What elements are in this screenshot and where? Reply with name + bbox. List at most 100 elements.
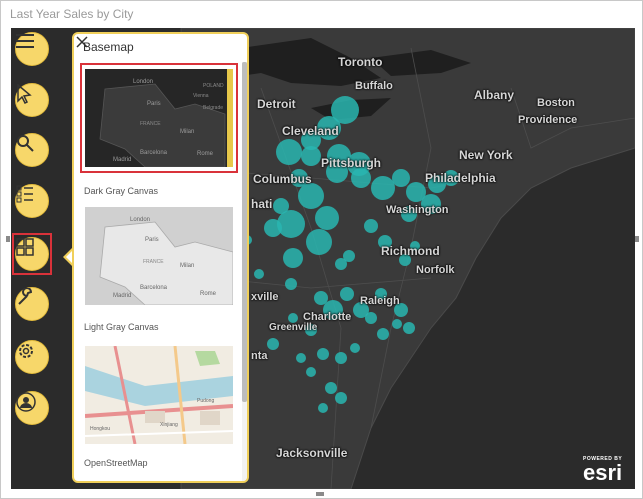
city-sales-bubble[interactable]: [351, 168, 371, 188]
city-sales-bubble[interactable]: [318, 403, 328, 413]
city-sales-bubble[interactable]: [301, 146, 321, 166]
thumb-label: Rome: [197, 151, 214, 157]
thumb-label: Milan: [180, 263, 194, 269]
city-sales-bubble[interactable]: [350, 343, 360, 353]
city-label: Toronto: [338, 55, 383, 69]
basemap-label-light-gray[interactable]: Light Gray Canvas: [84, 322, 159, 332]
city-sales-bubble[interactable]: [306, 367, 316, 377]
city-sales-bubble[interactable]: [277, 210, 305, 238]
city-label: Providence: [518, 114, 578, 126]
light-gray-preview: London Paris FRANCE Milan Madrid Barcelo…: [85, 207, 233, 305]
city-sales-bubble[interactable]: [267, 338, 279, 350]
thumb-label: London: [133, 79, 153, 85]
city-sales-bubble[interactable]: [317, 348, 329, 360]
city-sales-bubble[interactable]: [364, 219, 378, 233]
city-label: Buffalo: [355, 80, 393, 92]
dark-gray-preview: London Paris FRANCE Milan Madrid Barcelo…: [85, 69, 233, 167]
city-label: hati: [251, 197, 273, 211]
city-label: New York: [459, 148, 513, 162]
select-button[interactable]: [15, 83, 49, 117]
city-sales-bubble[interactable]: [314, 291, 328, 305]
thumb-label: POLAND: [203, 83, 224, 89]
thumb-label: Rome: [200, 291, 217, 297]
city-sales-bubble[interactable]: [377, 328, 389, 340]
panel-scrollbar-thumb[interactable]: [242, 62, 247, 402]
city-sales-bubble[interactable]: [343, 250, 355, 262]
thumb-label: Paris: [147, 101, 161, 107]
esri-logo: esri: [583, 460, 623, 485]
thumb-label: Pudong: [197, 398, 214, 404]
city-label: Detroit: [257, 97, 296, 111]
city-sales-bubble[interactable]: [306, 229, 332, 255]
menu-button[interactable]: [15, 32, 49, 66]
city-sales-bubble[interactable]: [340, 287, 354, 301]
basemap-label-openstreetmap[interactable]: OpenStreetMap: [84, 458, 148, 468]
thumb-label: Madrid: [113, 293, 131, 299]
city-label: Pittsburgh: [321, 156, 381, 170]
city-label: Greenville: [269, 322, 318, 333]
account-button[interactable]: [15, 391, 49, 425]
close-icon[interactable]: [74, 34, 90, 50]
resize-handle-bottom[interactable]: [316, 492, 324, 496]
city-sales-bubble[interactable]: [403, 322, 415, 334]
city-label: Philadelphia: [425, 171, 496, 185]
thumb-label: Madrid: [113, 157, 131, 163]
city-sales-bubble[interactable]: [254, 269, 264, 279]
wrench-icon: [18, 288, 33, 305]
tools-button[interactable]: [15, 287, 49, 321]
city-label: nta: [251, 350, 268, 362]
city-label: Washington: [386, 204, 449, 216]
city-sales-bubble[interactable]: [392, 319, 402, 329]
city-label: xville: [251, 291, 279, 303]
city-label: Cleveland: [282, 124, 339, 138]
user-icon: [16, 392, 36, 412]
visual-title: Last Year Sales by City: [10, 7, 134, 21]
city-label: Columbus: [253, 172, 312, 186]
city-sales-bubble[interactable]: [315, 206, 339, 230]
settings-icon: [19, 344, 33, 358]
resize-handle-left[interactable]: [6, 236, 10, 242]
city-label: Norfolk: [416, 264, 455, 276]
thumb-label: Hongkou: [90, 426, 110, 432]
basemap-label-dark-gray[interactable]: Dark Gray Canvas: [84, 186, 158, 196]
city-sales-bubble[interactable]: [365, 312, 377, 324]
map-canvas[interactable]: Toronto Buffalo Albany Boston Providence…: [11, 28, 635, 489]
city-sales-bubble[interactable]: [264, 219, 282, 237]
panel-title: Basemap: [83, 40, 134, 54]
settings-button[interactable]: [15, 340, 49, 374]
thumb-label: Vienna: [193, 93, 209, 99]
menu-icon: [16, 34, 34, 48]
city-sales-bubble[interactable]: [335, 392, 347, 404]
city-sales-bubble[interactable]: [273, 198, 289, 214]
city-label: Raleigh: [360, 295, 400, 307]
city-sales-bubble[interactable]: [276, 139, 302, 165]
city-sales-bubble[interactable]: [371, 176, 395, 200]
thumb-label: Belgrade: [203, 105, 223, 111]
esri-attribution: POWERED BY esri: [583, 456, 622, 484]
thumb-label: London: [130, 217, 150, 223]
city-sales-bubble[interactable]: [296, 353, 306, 363]
city-sales-bubble[interactable]: [335, 352, 347, 364]
selected-tool-highlight: [12, 233, 52, 275]
thumb-label: Xinjiang: [160, 422, 178, 428]
thumb-label: Paris: [145, 237, 159, 243]
city-label: Jacksonville: [276, 446, 348, 460]
city-sales-bubble[interactable]: [392, 169, 410, 187]
thumb-label: Barcelona: [140, 285, 168, 291]
legend-button[interactable]: [15, 184, 49, 218]
city-sales-bubble[interactable]: [285, 278, 297, 290]
basemap-thumb-light-gray[interactable]: London Paris FRANCE Milan Madrid Barcelo…: [85, 207, 233, 305]
thumb-label: FRANCE: [143, 259, 164, 265]
city-sales-bubble[interactable]: [283, 248, 303, 268]
report-visual-frame: Last Year Sales by City Toronto Buffalo: [0, 0, 643, 499]
thumb-label: Milan: [180, 129, 194, 135]
city-sales-bubble[interactable]: [325, 382, 337, 394]
basemap-thumb-openstreetmap[interactable]: Hongkou Xinjiang Pudong: [85, 346, 233, 444]
basemap-thumb-dark-gray[interactable]: London Paris FRANCE Milan Madrid Barcelo…: [85, 69, 233, 167]
city-sales-bubble[interactable]: [298, 183, 324, 209]
search-button[interactable]: [15, 133, 49, 167]
basemap-panel: Basemap London Paris FRANCE Milan Madrid…: [72, 32, 249, 483]
search-icon: [17, 135, 34, 152]
select-icon: [17, 84, 32, 104]
resize-handle-right[interactable]: [635, 236, 639, 242]
